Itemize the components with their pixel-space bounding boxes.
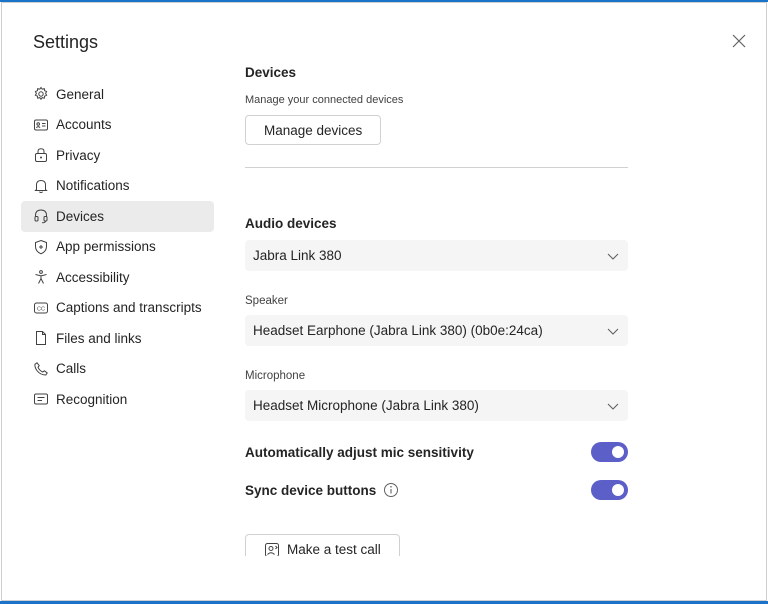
audio-device-dropdown[interactable]: Jabra Link 380 [245,240,628,271]
speaker-value: Headset Earphone (Jabra Link 380) (0b0e:… [253,323,543,338]
make-test-call-label: Make a test call [287,542,381,556]
sidebar-item-accessibility[interactable]: Accessibility [21,262,214,293]
sync-device-buttons-label: Sync device buttons [245,482,377,498]
info-icon[interactable] [383,482,399,498]
sidebar-item-app-permissions[interactable]: App permissions [21,232,214,263]
audio-devices-heading: Audio devices [245,216,337,231]
dialog-title: Settings [33,32,99,52]
sidebar-item-label: Privacy [56,147,101,163]
sidebar-item-label: Calls [56,361,87,377]
sidebar-item-devices[interactable]: Devices [21,201,214,232]
sidebar-item-files-and-links[interactable]: Files and links [21,323,214,354]
recognition-icon [33,391,49,407]
make-test-call-button[interactable]: Make a test call [245,534,400,556]
sidebar-item-label: Recognition [56,391,128,407]
speaker-label: Speaker [245,295,288,307]
lock-icon [33,147,49,163]
toggle-knob [612,484,624,496]
sidebar-item-label: Devices [56,208,105,224]
devices-heading: Devices [245,65,297,80]
id-card-icon [33,117,49,133]
auto-mic-sensitivity-toggle[interactable] [591,442,628,462]
devices-settings-panel: Devices Manage your connected devices Ma… [245,65,629,556]
toggle-knob [612,446,624,458]
sync-device-buttons-toggle[interactable] [591,480,628,500]
microphone-value: Headset Microphone (Jabra Link 380) [253,398,479,413]
shield-icon [33,239,49,255]
sidebar-item-label: Accessibility [56,269,130,285]
closed-captions-icon: CC [33,300,49,316]
chevron-down-icon [607,253,619,260]
section-divider [245,167,628,168]
settings-dialog: Settings General Accounts Privacy Notifi… [1,2,767,601]
audio-device-value: Jabra Link 380 [253,248,342,263]
chevron-down-icon [607,403,619,410]
phone-icon [33,361,49,377]
document-icon [33,330,49,346]
speaker-dropdown[interactable]: Headset Earphone (Jabra Link 380) (0b0e:… [245,315,628,346]
sidebar-item-label: App permissions [56,239,156,255]
microphone-label: Microphone [245,370,306,382]
settings-sidebar: General Accounts Privacy Notifications D… [21,79,214,415]
accessibility-icon [33,269,49,285]
gear-icon [33,86,49,102]
auto-mic-sensitivity-row: Automatically adjust mic sensitivity [245,441,628,463]
devices-description: Manage your connected devices [245,94,404,106]
sidebar-item-notifications[interactable]: Notifications [21,171,214,202]
microphone-dropdown[interactable]: Headset Microphone (Jabra Link 380) [245,390,628,421]
sidebar-item-label: Notifications [56,178,130,194]
sidebar-item-captions[interactable]: CC Captions and transcripts [21,293,214,324]
manage-devices-button[interactable]: Manage devices [245,115,382,145]
sidebar-item-calls[interactable]: Calls [21,354,214,385]
sync-device-buttons-row: Sync device buttons [245,479,628,501]
auto-mic-sensitivity-label: Automatically adjust mic sensitivity [245,444,474,460]
sidebar-item-general[interactable]: General [21,79,214,110]
close-button[interactable] [729,31,749,51]
sidebar-item-privacy[interactable]: Privacy [21,140,214,171]
svg-text:CC: CC [37,306,45,312]
sidebar-item-recognition[interactable]: Recognition [21,384,214,415]
bell-icon [33,178,49,194]
close-icon [732,34,746,48]
sidebar-item-label: Accounts [56,117,112,133]
sidebar-item-label: Captions and transcripts [56,300,202,316]
sidebar-item-label: Files and links [56,330,142,346]
chevron-down-icon [607,328,619,335]
sidebar-item-accounts[interactable]: Accounts [21,110,214,141]
call-test-icon [265,543,279,556]
headset-icon [33,208,49,224]
sidebar-item-label: General [56,86,105,102]
test-call-button-clip: Make a test call [245,534,629,556]
